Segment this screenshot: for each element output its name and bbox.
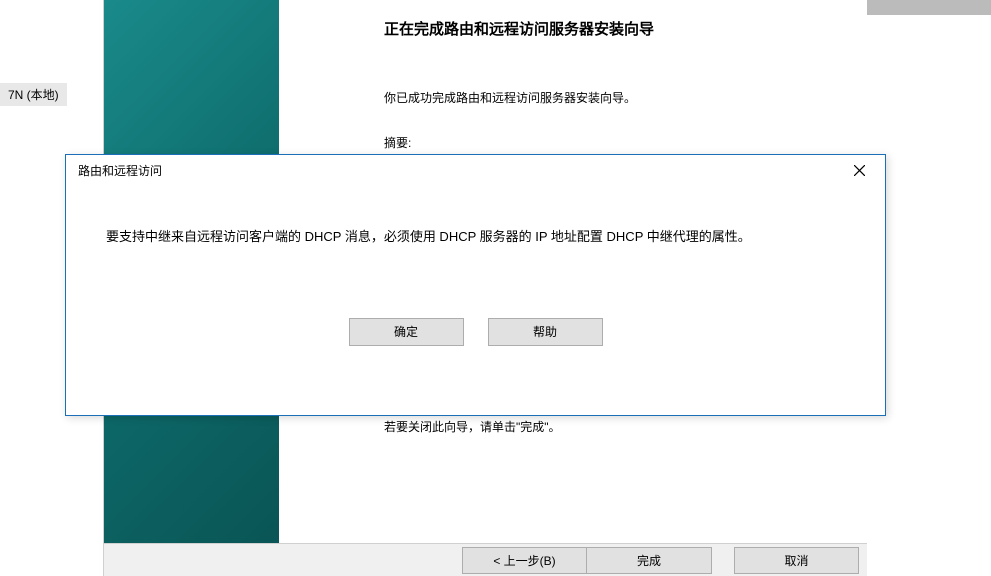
- cancel-button[interactable]: 取消: [734, 547, 859, 574]
- help-button[interactable]: 帮助: [488, 318, 603, 346]
- wizard-summary-label: 摘要:: [384, 134, 837, 151]
- message-box-text: 要支持中继来自远程访问客户端的 DHCP 消息，必须使用 DHCP 服务器的 I…: [106, 227, 845, 248]
- message-box-title: 路由和远程访问: [78, 162, 162, 179]
- wizard-completed-text: 你已成功完成路由和远程访问服务器安装向导。: [384, 89, 837, 106]
- tree-node-local[interactable]: 7N (本地): [0, 83, 67, 106]
- message-box: 路由和远程访问 要支持中继来自远程访问客户端的 DHCP 消息，必须使用 DHC…: [65, 154, 886, 416]
- wizard-close-instruction: 若要关闭此向导，请单击"完成"。: [384, 418, 837, 435]
- wizard-button-bar: < 上一步(B) 完成 取消: [104, 543, 867, 576]
- wizard-title: 正在完成路由和远程访问服务器安装向导: [384, 18, 837, 39]
- back-button[interactable]: < 上一步(B): [462, 547, 587, 574]
- close-button[interactable]: [839, 158, 879, 182]
- message-box-buttons: 确定 帮助: [106, 318, 845, 346]
- finish-button[interactable]: 完成: [587, 547, 712, 574]
- background-bar: [866, 0, 991, 15]
- close-icon: [854, 165, 865, 176]
- message-box-titlebar: 路由和远程访问: [66, 155, 885, 185]
- ok-button[interactable]: 确定: [349, 318, 464, 346]
- message-box-body: 要支持中继来自远程访问客户端的 DHCP 消息，必须使用 DHCP 服务器的 I…: [66, 185, 885, 366]
